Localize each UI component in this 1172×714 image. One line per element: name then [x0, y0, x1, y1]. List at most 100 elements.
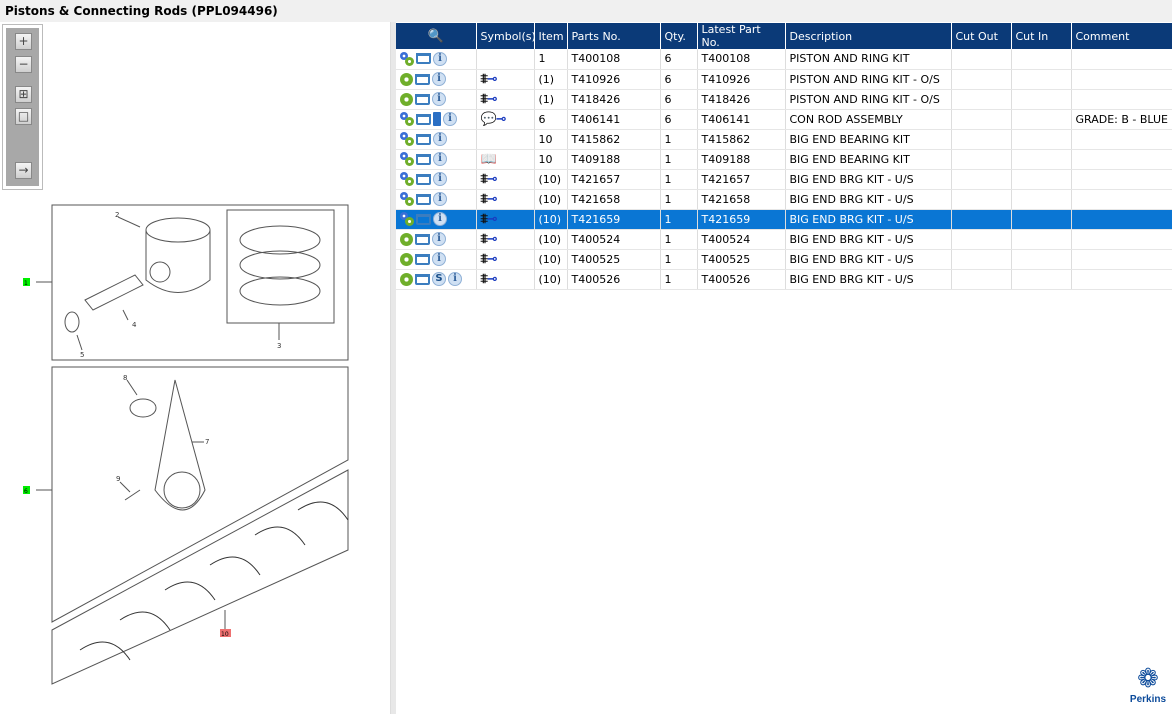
- fit-view-button[interactable]: ⊞: [15, 86, 32, 103]
- table-row[interactable]: i ⩨⊸ (10) T400524 1 T400524 BIG END BRG KIT - …: [396, 229, 1172, 250]
- desc-cell: BIG END BEARING KIT: [785, 129, 952, 150]
- cart-icon[interactable]: [415, 273, 430, 285]
- cart-icon[interactable]: [416, 213, 431, 225]
- info-icon[interactable]: i: [432, 92, 446, 106]
- callout-8[interactable]: 8: [123, 374, 127, 382]
- cart-icon[interactable]: [416, 53, 431, 65]
- gear-icon[interactable]: [400, 72, 413, 86]
- info-icon[interactable]: i: [433, 192, 447, 206]
- column-header[interactable]: Comment: [1071, 23, 1172, 49]
- gears-icon[interactable]: [400, 132, 414, 146]
- export-button[interactable]: →: [15, 162, 32, 179]
- latest-cell: T421657: [697, 169, 786, 190]
- info-icon[interactable]: i: [432, 252, 446, 266]
- callout-7[interactable]: 7: [205, 438, 209, 446]
- single-view-button[interactable]: □: [15, 108, 32, 125]
- table-row[interactable]: i 💬⊸ 6 T406141 6 T406141 CON ROD ASSEMBLY GRADE…: [396, 109, 1172, 130]
- empty-cell: [951, 189, 1012, 210]
- callout-4[interactable]: 4: [132, 321, 137, 329]
- latest-cell: T409188: [697, 149, 786, 170]
- info-icon[interactable]: i: [433, 172, 447, 186]
- callout-2[interactable]: 2: [115, 211, 119, 219]
- marker-10[interactable]: 10: [221, 631, 229, 638]
- column-header[interactable]: Cut In: [1011, 23, 1072, 49]
- symbols-cell: 📖: [476, 149, 535, 170]
- info-icon[interactable]: i: [432, 232, 446, 246]
- table-row[interactable]: i 10 T415862 1 T415862 BIG END BEARING KIT: [396, 129, 1172, 150]
- column-header[interactable]: Symbol(s): [476, 23, 536, 49]
- callout-3[interactable]: 3: [277, 342, 281, 350]
- info-icon[interactable]: i: [432, 72, 446, 86]
- latest-cell: T421658: [697, 189, 786, 210]
- empty-cell: [1011, 49, 1072, 70]
- column-header[interactable]: Item: [534, 23, 568, 49]
- symbols-cell: [476, 129, 535, 150]
- comment-cell: [1071, 129, 1172, 150]
- zoom-in-button[interactable]: +: [15, 33, 32, 50]
- cart-icon[interactable]: [416, 173, 431, 185]
- symbols-cell: ⩨⊸: [476, 169, 535, 190]
- empty-cell: [951, 109, 1012, 130]
- table-row[interactable]: i ⩨⊸ (1) T418426 6 T418426 PISTON AND RING KIT…: [396, 89, 1172, 110]
- table-row[interactable]: i 📖 10 T409188 1 T409188 BIG END BEARING KIT: [396, 149, 1172, 170]
- table-row[interactable]: i 1 T400108 6 T400108 PISTON AND RING KIT: [396, 49, 1172, 70]
- qty-cell: 1: [660, 149, 698, 170]
- cart-icon[interactable]: [415, 93, 430, 105]
- cart-icon[interactable]: [415, 253, 430, 265]
- info-icon[interactable]: i: [448, 272, 462, 286]
- zoom-out-button[interactable]: −: [15, 56, 32, 73]
- part-cell: T400524: [567, 229, 661, 250]
- cart-icon[interactable]: [416, 153, 431, 165]
- gears-icon[interactable]: [400, 152, 414, 166]
- column-header[interactable]: Latest Part No.: [697, 23, 786, 49]
- callout-5[interactable]: 5: [80, 351, 84, 359]
- gear-icon[interactable]: [400, 232, 413, 246]
- desc-cell: BIG END BRG KIT - U/S: [785, 229, 952, 250]
- empty-cell: [951, 129, 1012, 150]
- gear-icon[interactable]: [400, 252, 413, 266]
- column-header[interactable]: Cut Out: [951, 23, 1012, 49]
- comment-cell: [1071, 269, 1172, 290]
- info-icon[interactable]: i: [443, 112, 457, 126]
- table-row[interactable]: i ⩨⊸ (10) T400525 1 T400525 BIG END BRG KIT - …: [396, 249, 1172, 270]
- cart-icon[interactable]: [416, 193, 431, 205]
- marker-1[interactable]: 1: [24, 280, 28, 287]
- column-header[interactable]: Description: [785, 23, 952, 49]
- table-row[interactable]: i ⩨⊸ (1) T410926 6 T410926 PISTON AND RING KIT…: [396, 69, 1172, 90]
- gears-icon[interactable]: [400, 172, 414, 186]
- search-parts-header[interactable]: 🔍: [396, 23, 477, 49]
- info-icon[interactable]: i: [433, 132, 447, 146]
- gears-icon[interactable]: [400, 212, 414, 226]
- table-row[interactable]: i ⩨⊸ (10) T421659 1 T421659 BIG END BRG KIT - …: [396, 209, 1172, 230]
- table-row[interactable]: Si ⩨⊸ (10) T400526 1 T400526 BIG END BRG KIT -…: [396, 269, 1172, 290]
- part-cell: T400526: [567, 269, 661, 290]
- gears-icon[interactable]: [400, 192, 414, 206]
- cart-icon[interactable]: [416, 113, 431, 125]
- callout-9[interactable]: 9: [116, 475, 120, 483]
- info-icon[interactable]: i: [433, 51, 447, 66]
- table-row[interactable]: i ⩨⊸ (10) T421658 1 T421658 BIG END BRG KIT - …: [396, 189, 1172, 210]
- qty-cell: 6: [660, 109, 698, 130]
- marker-6[interactable]: 6: [24, 488, 28, 495]
- empty-cell: [951, 229, 1012, 250]
- gear-icon[interactable]: [400, 272, 413, 286]
- exploded-diagram[interactable]: 2 4 5 3 8 7 9 1 6 10: [0, 200, 391, 700]
- gears-icon[interactable]: [400, 112, 414, 126]
- s-badge-icon[interactable]: S: [432, 272, 446, 286]
- info-icon[interactable]: i: [433, 152, 447, 166]
- gears-icon[interactable]: [400, 51, 414, 66]
- comment-cell: [1071, 229, 1172, 250]
- table-row[interactable]: i ⩨⊸ (10) T421657 1 T421657 BIG END BRG KIT - …: [396, 169, 1172, 190]
- cart-icon[interactable]: [415, 233, 430, 245]
- book-icon[interactable]: [433, 112, 441, 126]
- cart-icon[interactable]: [416, 133, 431, 145]
- latest-cell: T400524: [697, 229, 786, 250]
- cart-icon[interactable]: [415, 73, 430, 85]
- gear-icon[interactable]: [400, 92, 413, 106]
- part-cell: T415862: [567, 129, 661, 150]
- info-icon[interactable]: i: [433, 212, 447, 226]
- oversize-replace-icon: ⩨⊸: [480, 271, 498, 287]
- column-header[interactable]: Qty.: [660, 23, 698, 49]
- search-icon[interactable]: 🔍: [428, 29, 444, 44]
- column-header[interactable]: Parts No.: [567, 23, 661, 49]
